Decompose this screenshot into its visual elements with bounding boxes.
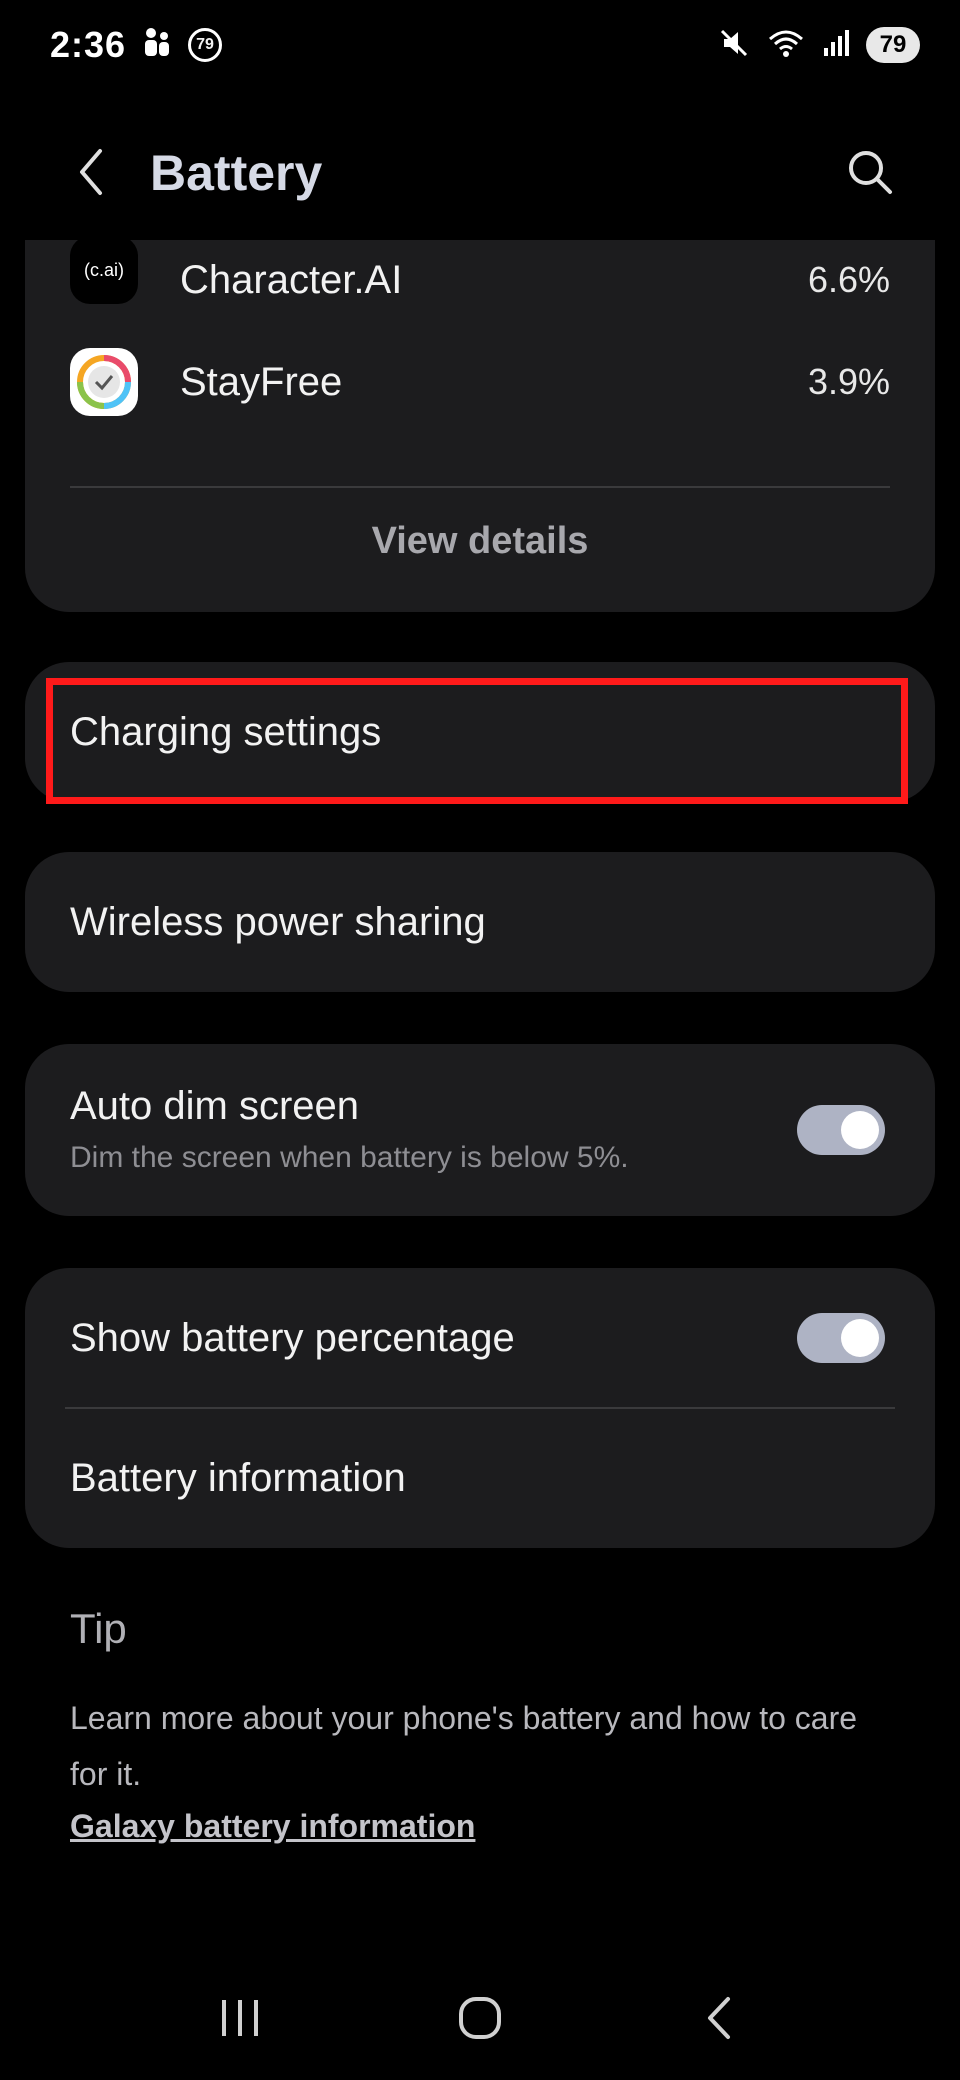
- search-icon: [846, 148, 894, 201]
- tip-title: Tip: [70, 1605, 127, 1652]
- charging-settings-label: Charging settings: [70, 709, 382, 754]
- mute-icon: [718, 27, 750, 64]
- battery-display-card: Show battery percentage Battery informat…: [25, 1268, 935, 1548]
- divider: [70, 486, 890, 488]
- search-button[interactable]: [840, 144, 900, 204]
- battery-information-label: Battery information: [70, 1455, 406, 1500]
- app-row-stayfree[interactable]: StayFree 3.9%: [70, 332, 890, 432]
- header: Battery: [0, 130, 960, 220]
- nav-back-button[interactable]: [675, 1975, 765, 2065]
- tip-text: Learn more about your phone's battery an…: [70, 1700, 858, 1792]
- notification-badge: 79: [188, 28, 223, 62]
- page-title: Battery: [150, 145, 323, 201]
- character-ai-icon-text: (c.ai): [84, 259, 124, 280]
- app-name: StayFree: [180, 359, 343, 404]
- galaxy-battery-information-link[interactable]: Galaxy battery information: [70, 1808, 475, 1845]
- signal-icon: [822, 28, 850, 63]
- show-battery-percentage-label: Show battery percentage: [70, 1315, 515, 1360]
- home-button[interactable]: [435, 1975, 525, 2065]
- auto-dim-toggle[interactable]: [797, 1105, 885, 1155]
- toggle-knob: [841, 1111, 879, 1149]
- wireless-power-sharing-item[interactable]: Wireless power sharing: [25, 852, 935, 992]
- chevron-left-icon: [72, 147, 112, 202]
- charging-settings-item[interactable]: Charging settings: [25, 662, 935, 802]
- auto-dim-text: Auto dim screen Dim the screen when batt…: [70, 1084, 629, 1175]
- back-icon: [702, 1995, 738, 2046]
- auto-dim-screen-item[interactable]: Auto dim screen Dim the screen when batt…: [25, 1044, 935, 1216]
- auto-dim-title: Auto dim screen: [70, 1084, 360, 1128]
- navigation-bar: [0, 1960, 960, 2080]
- show-battery-percentage-toggle[interactable]: [797, 1313, 885, 1363]
- status-right: 79: [718, 27, 920, 64]
- app-name: Character.AI: [180, 257, 403, 302]
- wifi-icon: [766, 27, 806, 64]
- view-details-button[interactable]: View details: [25, 520, 935, 563]
- status-time: 2:36: [50, 24, 127, 65]
- recents-icon: [218, 1998, 262, 2043]
- app-percent: 3.9%: [807, 361, 890, 402]
- wireless-power-sharing-label: Wireless power sharing: [70, 899, 486, 944]
- recents-button[interactable]: [195, 1975, 285, 2065]
- stayfree-app-icon: [70, 348, 138, 416]
- character-ai-app-icon: (c.ai): [70, 236, 138, 304]
- toggle-knob: [841, 1319, 879, 1357]
- status-bar: 2:36 79 79: [0, 0, 960, 90]
- battery-level-badge: 79: [866, 27, 920, 63]
- back-button[interactable]: [62, 144, 122, 204]
- people-icon: [140, 26, 174, 65]
- show-battery-percentage-item[interactable]: Show battery percentage: [70, 1268, 890, 1408]
- battery-information-item[interactable]: Battery information: [70, 1408, 890, 1548]
- app-row-character-ai[interactable]: (c.ai) Character.AI 6.6%: [70, 236, 890, 320]
- home-icon: [457, 1995, 503, 2046]
- app-usage-card: (c.ai) Character.AI 6.6% StayFree 3.9% V…: [25, 236, 935, 612]
- status-left: 2:36 79: [50, 24, 223, 66]
- app-percent: 6.6%: [807, 259, 890, 300]
- battery-settings-screen: 2:36 79 79 Battery (c.ai) Character.AI 6…: [0, 0, 960, 2080]
- auto-dim-subtitle: Dim the screen when battery is below 5%.: [70, 1141, 629, 1174]
